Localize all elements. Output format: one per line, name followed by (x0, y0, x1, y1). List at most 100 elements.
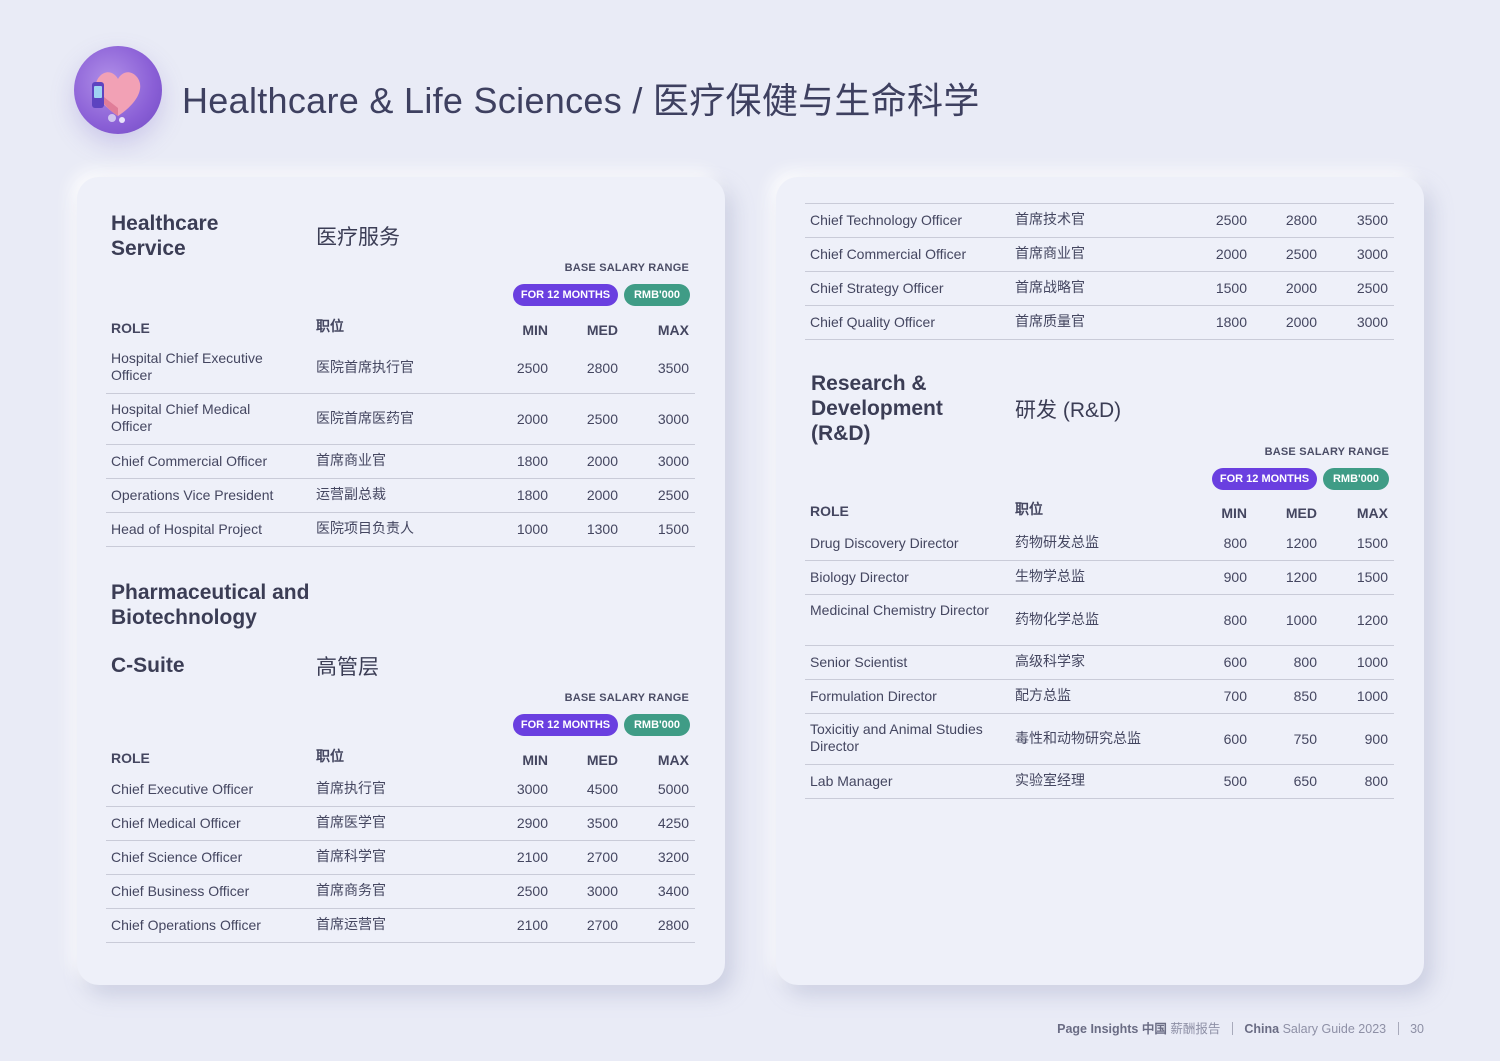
salary-max: 3000 (1356, 314, 1388, 330)
salary-max: 1500 (657, 521, 689, 537)
role-name-cn: 药物研发总监 (1015, 534, 1099, 550)
role-name-cn: 首席运营官 (316, 916, 386, 932)
salary-max: 1500 (1356, 535, 1388, 551)
salary-med: 2000 (586, 453, 618, 469)
role-name: Biology Director (810, 569, 909, 585)
role-name-cn: 生物学总监 (1015, 568, 1085, 584)
role-name: Senior Scientist (810, 654, 908, 670)
row-divider (106, 942, 695, 943)
role-name-cn: 首席执行官 (316, 780, 386, 796)
role-name: Chief Commercial Officer (810, 246, 967, 262)
salary-min: 800 (1223, 535, 1247, 551)
section-title-cn-rnd: 研发 (R&D) (1015, 399, 1122, 422)
table-row: Operations Vice President 运营副总裁 1800 2000 25… (77, 478, 725, 512)
column-header-min: MIN (522, 322, 548, 338)
role-name-cn: 医院首席医药官 (316, 410, 414, 426)
section-title-healthcare-service: Healthcare Service (111, 212, 219, 260)
months-badge: FOR 12 MONTHS (1212, 468, 1317, 490)
salary-min: 1000 (516, 521, 548, 537)
salary-max: 5000 (657, 781, 689, 797)
role-name-cn: 首席商业官 (316, 452, 386, 468)
role-name-cn: 医院项目负责人 (316, 520, 414, 536)
salary-med: 850 (1293, 688, 1317, 704)
role-name: Chief Commercial Officer (111, 453, 268, 469)
column-header-max: MAX (1356, 505, 1388, 521)
table-row: Chief Science Officer 首席科学官 2100 2700 3200 (77, 840, 725, 874)
column-header-role: ROLE (111, 320, 150, 336)
healthcare-heart-icon (74, 46, 162, 134)
base-salary-range-label: BASE SALARY RANGE (564, 262, 689, 274)
table-row: Lab Manager 实验室经理 500 650 800 (776, 764, 1424, 798)
column-header-med: MED (586, 322, 618, 338)
salary-max: 1500 (1356, 569, 1388, 585)
role-name: Chief Operations Officer (111, 917, 261, 933)
column-header-min: MIN (522, 752, 548, 768)
role-name: Formulation Director (810, 688, 937, 704)
role-name-cn: 首席科学官 (316, 848, 386, 864)
salary-max: 3000 (1356, 246, 1388, 262)
right-card: Chief Technology Officer 首席技术官 2500 2800 350… (776, 177, 1424, 985)
role-name-cn: 运营副总裁 (316, 486, 386, 502)
column-header-max: MAX (657, 322, 689, 338)
role-name: Chief Strategy Officer (810, 280, 944, 296)
role-name: Chief Medical Officer (111, 815, 241, 831)
role-name-cn: 配方总监 (1015, 687, 1071, 703)
salary-med: 2800 (1285, 212, 1317, 228)
column-header-max: MAX (657, 752, 689, 768)
role-name-cn: 高级科学家 (1015, 653, 1085, 669)
footer-divider (1397, 1022, 1399, 1035)
salary-med: 2000 (586, 487, 618, 503)
salary-max: 900 (1364, 731, 1388, 747)
role-name-cn: 实验室经理 (1015, 772, 1085, 788)
role-name-cn: 首席商业官 (1015, 245, 1085, 261)
salary-min: 2100 (516, 917, 548, 933)
salary-min: 2500 (1215, 212, 1247, 228)
column-header-role-cn: 职位 (316, 748, 344, 764)
table-row: Chief Technology Officer 首席技术官 2500 2800 350… (776, 203, 1424, 237)
salary-med: 1000 (1285, 612, 1317, 628)
base-salary-range-label: BASE SALARY RANGE (564, 692, 689, 704)
table-row: Chief Business Officer 首席商务官 2500 3000 3400 (77, 874, 725, 908)
row-divider (805, 339, 1394, 340)
role-name: Drug Discovery Director (810, 535, 959, 551)
footer-brand-cn: 中国 (1141, 1022, 1167, 1036)
salary-min: 800 (1223, 612, 1247, 628)
role-name-cn: 首席技术官 (1015, 211, 1085, 227)
role-name: Hospital Chief Medical Officer (111, 401, 251, 434)
salary-min: 700 (1223, 688, 1247, 704)
salary-min: 2000 (516, 411, 548, 427)
role-name-cn: 首席质量官 (1015, 313, 1085, 329)
salary-med: 2800 (586, 360, 618, 376)
table-row: Hospital Chief Executive Officer 医院首席执行官 2… (77, 342, 725, 393)
table-row: Toxicitiy and Animal Studies Director 毒性和… (776, 713, 1424, 764)
salary-max: 3500 (1356, 212, 1388, 228)
salary-med: 2500 (1285, 246, 1317, 262)
column-header-role: ROLE (111, 750, 150, 766)
role-name-cn: 医院首席执行官 (316, 359, 414, 375)
salary-min: 1500 (1215, 280, 1247, 296)
salary-min: 2100 (516, 849, 548, 865)
currency-badge: RMB'000 (624, 714, 690, 736)
left-card: Healthcare Service 医疗服务 BASE SALARY RANG… (77, 177, 725, 985)
salary-max: 2500 (1356, 280, 1388, 296)
salary-min: 500 (1223, 773, 1247, 789)
salary-max: 2800 (657, 917, 689, 933)
currency-badge: RMB'000 (1323, 468, 1389, 490)
salary-med: 800 (1293, 654, 1317, 670)
salary-med: 2700 (586, 849, 618, 865)
column-header-role: ROLE (810, 503, 849, 519)
role-name: Hospital Chief Executive Officer (111, 350, 263, 383)
salary-med: 750 (1293, 731, 1317, 747)
table-row: Head of Hospital Project 医院项目负责人 1000 1300 1… (77, 512, 725, 546)
salary-min: 900 (1223, 569, 1247, 585)
salary-med: 2000 (1285, 280, 1317, 296)
salary-med: 3500 (586, 815, 618, 831)
salary-max: 1200 (1356, 612, 1388, 628)
salary-med: 2700 (586, 917, 618, 933)
subsection-title-cn-csuite: 高管层 (316, 656, 379, 679)
footer-divider (1231, 1022, 1233, 1035)
role-name: Medicinal Chemistry Director (810, 602, 989, 618)
role-name: Chief Science Officer (111, 849, 243, 865)
currency-badge: RMB'000 (624, 284, 690, 306)
salary-max: 3000 (657, 411, 689, 427)
